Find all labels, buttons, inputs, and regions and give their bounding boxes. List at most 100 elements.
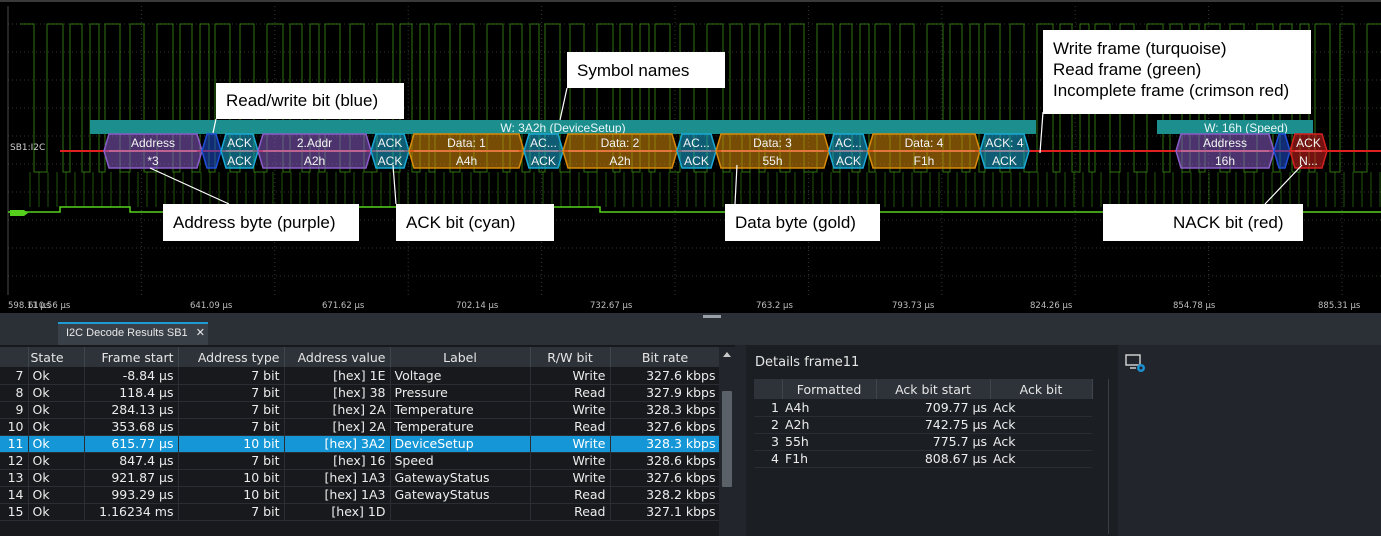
cell-label: Temperature bbox=[390, 418, 531, 436]
details-ack-start: 709.77 µs bbox=[876, 399, 990, 417]
row-index: 8 bbox=[0, 384, 29, 402]
callout-pointer bbox=[1039, 111, 1044, 154]
cell-address-type: 7 bit bbox=[178, 367, 285, 385]
details-formatted: A2h bbox=[782, 416, 876, 434]
cell-bit-rate: 328.3 kbps bbox=[610, 435, 721, 453]
callout-pointer bbox=[1264, 164, 1303, 205]
time-tick-label: 824.26 µs bbox=[1030, 301, 1073, 311]
cell-frame-start: 353.68 µs bbox=[84, 418, 179, 436]
decode-results-table[interactable]: State Frame start Address type Address v… bbox=[0, 345, 735, 536]
cell-address-value: [hex] 2A bbox=[284, 401, 391, 419]
cell-label: GatewayStatus bbox=[390, 486, 531, 504]
cell-address-value: [hex] 1D bbox=[284, 503, 391, 521]
table-row[interactable]: 7 Ok -8.84 µs 7 bit [hex] 1E Voltage Write 327.… bbox=[0, 367, 721, 385]
cell-frame-start: 993.29 µs bbox=[84, 486, 179, 504]
cell-state: Ok bbox=[28, 401, 85, 419]
time-tick-label: 671.62 µs bbox=[322, 301, 365, 311]
display-settings-icon[interactable] bbox=[1124, 353, 1150, 375]
legend-write-frame: Write frame (turquoise) bbox=[1053, 39, 1227, 58]
cell-bit-rate: 327.6 kbps bbox=[610, 367, 721, 385]
cell-label bbox=[390, 503, 531, 521]
callout-read-write-bit: Read/write bit (blue) bbox=[216, 83, 404, 119]
details-header-formatted[interactable]: Formatted bbox=[782, 379, 877, 399]
symbol-name: ACK: 4 bbox=[985, 136, 1023, 150]
table-header: State Frame start Address type Address v… bbox=[0, 347, 721, 367]
details-row[interactable]: 1 A4h 709.77 µs Ack bbox=[754, 399, 1092, 417]
cell-address-type: 7 bit bbox=[178, 418, 285, 436]
header-frame-start[interactable]: Frame start bbox=[84, 347, 179, 367]
symbol-value: ACK bbox=[378, 154, 403, 168]
row-index: 13 bbox=[0, 469, 29, 487]
scrollbar-thumb[interactable] bbox=[722, 391, 732, 487]
callout-nack-bit: NACK bit (red) bbox=[1103, 204, 1303, 241]
details-index: 3 bbox=[754, 433, 782, 451]
header-address-value[interactable]: Address value bbox=[284, 347, 391, 367]
tab-i2c-decode-results[interactable]: I2C Decode Results SB1 ✕ bbox=[58, 322, 208, 345]
close-icon[interactable]: ✕ bbox=[196, 327, 205, 339]
details-ack-start: 808.67 µs bbox=[876, 450, 990, 468]
symbol-name: Data: 4 bbox=[905, 136, 944, 150]
header-address-type[interactable]: Address type bbox=[178, 347, 285, 367]
header-label[interactable]: Label bbox=[390, 347, 531, 367]
cell-address-type: 7 bit bbox=[178, 384, 285, 402]
details-divider bbox=[1108, 379, 1109, 534]
callout-frame-legend: Write frame (turquoise) Read frame (gree… bbox=[1043, 30, 1311, 114]
chevron-up-icon[interactable] bbox=[723, 352, 731, 357]
callout-pointer bbox=[734, 164, 738, 205]
details-row[interactable]: 3 55h 775.7 µs Ack bbox=[754, 433, 1092, 451]
splitter-grip[interactable] bbox=[703, 315, 721, 318]
row-index: 14 bbox=[0, 486, 29, 504]
cell-frame-start: 921.87 µs bbox=[84, 469, 179, 487]
table-row[interactable]: 9 Ok 284.13 µs 7 bit [hex] 2A Temperature Writ… bbox=[0, 401, 721, 419]
header-bit-rate[interactable]: Bit rate bbox=[610, 347, 721, 367]
time-tick-label: 702.14 µs bbox=[456, 301, 499, 311]
results-scrollbar[interactable] bbox=[719, 347, 735, 536]
cell-state: Ok bbox=[28, 469, 85, 487]
cell-address-value: [hex] 16 bbox=[284, 452, 391, 470]
details-ack-start: 775.7 µs bbox=[876, 433, 990, 451]
cell-frame-start: -8.84 µs bbox=[84, 367, 179, 385]
symbol-name: AC... bbox=[530, 136, 557, 150]
header-state[interactable]: State bbox=[28, 347, 85, 367]
time-tick-label: 763.2 µs bbox=[756, 301, 793, 311]
cell-address-type: 10 bit bbox=[178, 435, 285, 453]
table-row[interactable]: 11 Ok 615.77 µs 10 bit [hex] 3A2 DeviceSetup W… bbox=[0, 435, 721, 453]
frame-label: W: 3A2h (DeviceSetup) bbox=[500, 121, 625, 135]
cell-bit-rate: 328.2 kbps bbox=[610, 486, 721, 504]
cell-frame-start: 615.77 µs bbox=[84, 435, 179, 453]
pane-splitter[interactable] bbox=[0, 313, 1381, 321]
symbol-value: ACK bbox=[684, 154, 709, 168]
cell-address-value: [hex] 3A2 bbox=[284, 435, 391, 453]
tab-title: I2C Decode Results SB1 bbox=[66, 327, 188, 339]
table-row[interactable]: 15 Ok 1.16234 ms 7 bit [hex] 1D Read 327.1 kbp… bbox=[0, 503, 721, 521]
table-row[interactable]: 13 Ok 921.87 µs 10 bit [hex] 1A3 GatewayStatu… bbox=[0, 469, 721, 487]
waveform-display[interactable]: SB1:I2C W: 3A2h (DeviceSetup) Address *3 ACK… bbox=[0, 0, 1381, 313]
legend-read-frame: Read frame (green) bbox=[1053, 60, 1202, 79]
cell-rw-bit: Write bbox=[530, 469, 611, 487]
details-row[interactable]: 4 F1h 808.67 µs Ack bbox=[754, 450, 1092, 468]
cell-address-value: [hex] 2A bbox=[284, 418, 391, 436]
table-row[interactable]: 14 Ok 993.29 µs 10 bit [hex] 1A3 GatewayStatu… bbox=[0, 486, 721, 504]
callout-data-byte: Data byte (gold) bbox=[725, 204, 880, 241]
cell-address-type: 7 bit bbox=[178, 503, 285, 521]
time-tick-label: 641.09 µs bbox=[190, 301, 233, 311]
table-row[interactable]: 8 Ok 118.4 µs 7 bit [hex] 38 Pressure Read 327.… bbox=[0, 384, 721, 402]
time-tick-label: 732.67 µs bbox=[590, 301, 633, 311]
symbol-value: 55h bbox=[762, 154, 782, 168]
time-axis: 598.11 µs610.56 µs 641.09 µs 671.62 µs 702.… bbox=[8, 301, 1361, 311]
callout-ack-bit: ACK bit (cyan) bbox=[396, 204, 554, 241]
cell-bit-rate: 328.6 kbps bbox=[610, 452, 721, 470]
table-row[interactable]: 12 Ok 847.4 µs 7 bit [hex] 16 Speed Write 328.6… bbox=[0, 452, 721, 470]
details-formatted: A4h bbox=[782, 399, 876, 417]
table-row[interactable]: 10 Ok 353.68 µs 7 bit [hex] 2A Temperature Rea… bbox=[0, 418, 721, 436]
details-row[interactable]: 2 A2h 742.75 µs Ack bbox=[754, 416, 1092, 434]
header-rw-bit[interactable]: R/W bit bbox=[530, 347, 611, 367]
row-index: 9 bbox=[0, 401, 29, 419]
cell-bit-rate: 327.6 kbps bbox=[610, 469, 721, 487]
cell-label: Speed bbox=[390, 452, 531, 470]
row-index: 7 bbox=[0, 367, 29, 385]
symbol-name: 2.Addr bbox=[297, 136, 332, 150]
details-header-ack-bit[interactable]: Ack bit bbox=[990, 379, 1093, 399]
details-header-ack-start[interactable]: Ack bit start bbox=[876, 379, 991, 399]
time-tick-label: 854.78 µs bbox=[1173, 301, 1216, 311]
